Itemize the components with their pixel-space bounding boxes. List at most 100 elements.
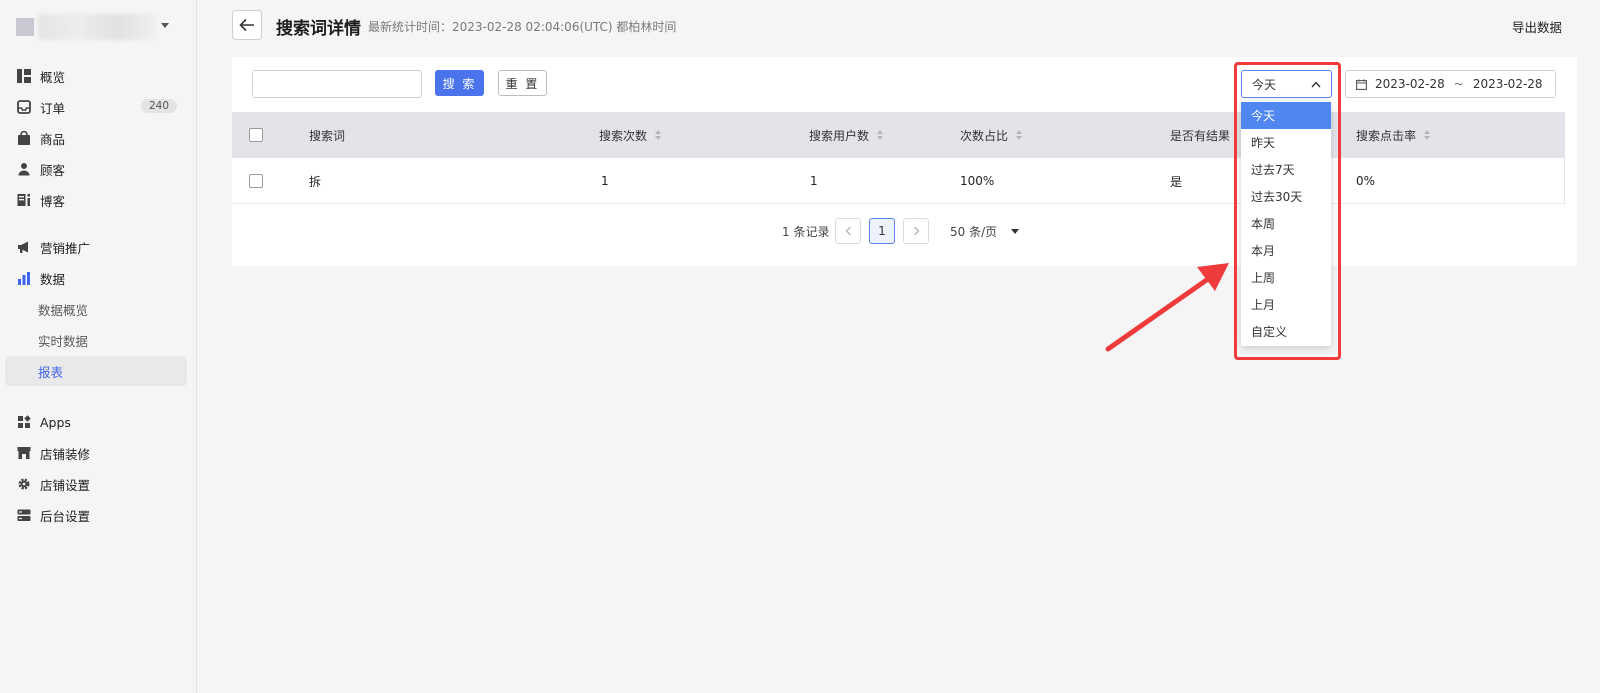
next-page-button[interactable] (903, 218, 929, 244)
sidebar-item-label: 博客 (40, 193, 66, 209)
sidebar-item-label: 商品 (40, 131, 66, 147)
annotation-arrow-icon (1105, 263, 1229, 352)
column-header-label: 搜索词 (309, 128, 346, 143)
page-title: 搜索词详情 (276, 19, 361, 39)
sidebar-item-store-settings[interactable]: 店铺设置 (5, 469, 187, 499)
chevron-down-icon (161, 23, 169, 28)
sidebar-item-blog[interactable]: 博客 (5, 185, 187, 215)
storefront-icon (16, 446, 31, 461)
chevron-up-icon (1311, 81, 1321, 88)
stat-time: 最新统计时间：2023-02-28 02:04:06(UTC) 都柏林时间 (368, 20, 677, 34)
arrow-left-icon (239, 18, 254, 32)
sidebar-item-label: 店铺装修 (40, 446, 91, 462)
column-header-ctr[interactable]: 搜索点击率 (1356, 112, 1431, 158)
column-header-label: 搜索次数 (599, 128, 648, 143)
dropdown-option-this-month[interactable]: 本月 (1241, 237, 1331, 264)
sidebar-item-label: 数据概览 (38, 302, 89, 318)
sidebar-item-marketing[interactable]: 营销推广 (5, 232, 187, 262)
sidebar-item-label: 后台设置 (40, 508, 91, 524)
prev-page-button[interactable] (835, 218, 861, 244)
inbox-icon (16, 100, 31, 115)
order-count-badge: 240 (140, 99, 177, 113)
dropdown-option-last-month[interactable]: 上月 (1241, 291, 1331, 318)
search-terms-card: 搜 索 重 置 今天 2023-02-28 ~ 2023-02-28 搜索词 搜… (232, 57, 1577, 266)
sidebar-item-reports[interactable]: 报表 (5, 356, 187, 386)
column-header-search-users[interactable]: 搜索用户数 (809, 112, 884, 158)
column-header-search-count[interactable]: 搜索次数 (599, 112, 662, 158)
export-data-button[interactable]: 导出数据 (1512, 17, 1562, 36)
sidebar-item-customers[interactable]: 顾客 (5, 154, 187, 184)
sidebar-item-store-design[interactable]: 店铺装修 (5, 438, 187, 468)
reset-button[interactable]: 重 置 (498, 70, 547, 96)
sort-icon[interactable] (1016, 130, 1023, 140)
server-icon (16, 508, 31, 523)
person-icon (16, 162, 31, 177)
dropdown-option-yesterday[interactable]: 昨天 (1241, 129, 1331, 156)
cell-has-result: 是 (1170, 174, 1183, 189)
sidebar-item-admin-settings[interactable]: 后台设置 (5, 500, 187, 530)
sidebar-item-apps[interactable]: Apps (5, 407, 187, 437)
table-row: 拆 1 1 100% 是 0% (232, 158, 1564, 204)
date-start: 2023-02-28 (1375, 77, 1445, 91)
select-all-cell (249, 112, 263, 158)
date-end: 2023-02-28 (1472, 77, 1543, 91)
cell-term: 拆 (309, 174, 322, 189)
cell-ctr: 0% (1356, 174, 1376, 188)
sidebar-item-label: Apps (40, 414, 71, 430)
store-switcher[interactable] (16, 14, 183, 40)
store-logo (16, 18, 34, 36)
row-checkbox[interactable] (249, 174, 263, 188)
dropdown-option-last-30-days[interactable]: 过去30天 (1241, 183, 1331, 210)
sidebar-item-data-overview[interactable]: 数据概览 (5, 294, 187, 324)
date-range-dropdown: 今天 昨天 过去7天 过去30天 本周 本月 上周 上月 自定义 (1241, 101, 1331, 346)
column-header-label: 是否有结果 (1170, 128, 1231, 143)
sidebar: 概览 订单 240 商品 顾客 博客 营销推广 数据 数据概览 实时数据 报表 … (0, 0, 197, 693)
sidebar-item-label: 顾客 (40, 162, 66, 178)
dropdown-option-last-7-days[interactable]: 过去7天 (1241, 156, 1331, 183)
dropdown-option-custom[interactable]: 自定义 (1241, 318, 1331, 345)
chevron-right-icon (913, 226, 919, 236)
table-fixed-column-edge (1564, 112, 1577, 204)
sidebar-item-realtime-data[interactable]: 实时数据 (5, 325, 187, 355)
column-header-ratio[interactable]: 次数占比 (960, 112, 1023, 158)
dropdown-option-this-week[interactable]: 本周 (1241, 210, 1331, 237)
column-header-label: 次数占比 (960, 128, 1009, 143)
cell-search-count: 1 (601, 174, 609, 188)
caret-down-icon[interactable] (1011, 229, 1019, 234)
search-button[interactable]: 搜 索 (435, 70, 484, 96)
sort-icon[interactable] (877, 130, 884, 140)
cell-ratio: 100% (960, 174, 995, 188)
dropdown-option-today[interactable]: 今天 (1241, 102, 1331, 129)
sidebar-item-data[interactable]: 数据 (5, 263, 187, 293)
store-name (38, 14, 156, 40)
megaphone-icon (16, 240, 31, 255)
sort-icon[interactable] (1424, 130, 1431, 140)
date-separator: ~ (1453, 77, 1464, 91)
date-range-picker[interactable]: 2023-02-28 ~ 2023-02-28 (1345, 70, 1556, 98)
gear-icon (16, 477, 31, 492)
sort-icon[interactable] (655, 130, 662, 140)
date-range-select-value: 今天 (1252, 77, 1277, 92)
bag-icon (16, 131, 31, 146)
sidebar-item-products[interactable]: 商品 (5, 123, 187, 153)
column-header-has-result[interactable]: 是否有结果 (1170, 112, 1230, 158)
column-header-label: 搜索用户数 (809, 128, 870, 143)
apps-icon (16, 415, 31, 430)
page-button-current[interactable]: 1 (869, 218, 895, 244)
sidebar-item-label: 店铺设置 (40, 477, 91, 493)
search-input[interactable] (252, 70, 422, 98)
chevron-left-icon (845, 226, 851, 236)
sidebar-item-overview[interactable]: 概览 (5, 61, 187, 91)
calendar-icon (1356, 78, 1367, 90)
sidebar-item-label: 实时数据 (38, 333, 89, 349)
page-size-select[interactable]: 50 条/页 (950, 223, 997, 240)
back-button[interactable] (232, 10, 262, 40)
sidebar-item-label: 概览 (40, 69, 66, 85)
cell-search-users: 1 (810, 174, 818, 188)
blog-icon (16, 193, 31, 208)
select-all-checkbox[interactable] (249, 128, 263, 142)
dropdown-option-last-week[interactable]: 上周 (1241, 264, 1331, 291)
sidebar-item-orders[interactable]: 订单 240 (5, 92, 187, 122)
date-range-select[interactable]: 今天 (1241, 70, 1332, 98)
table-header: 搜索词 搜索次数 搜索用户数 次数占比 是否有结果 搜索点击率 (232, 112, 1564, 158)
